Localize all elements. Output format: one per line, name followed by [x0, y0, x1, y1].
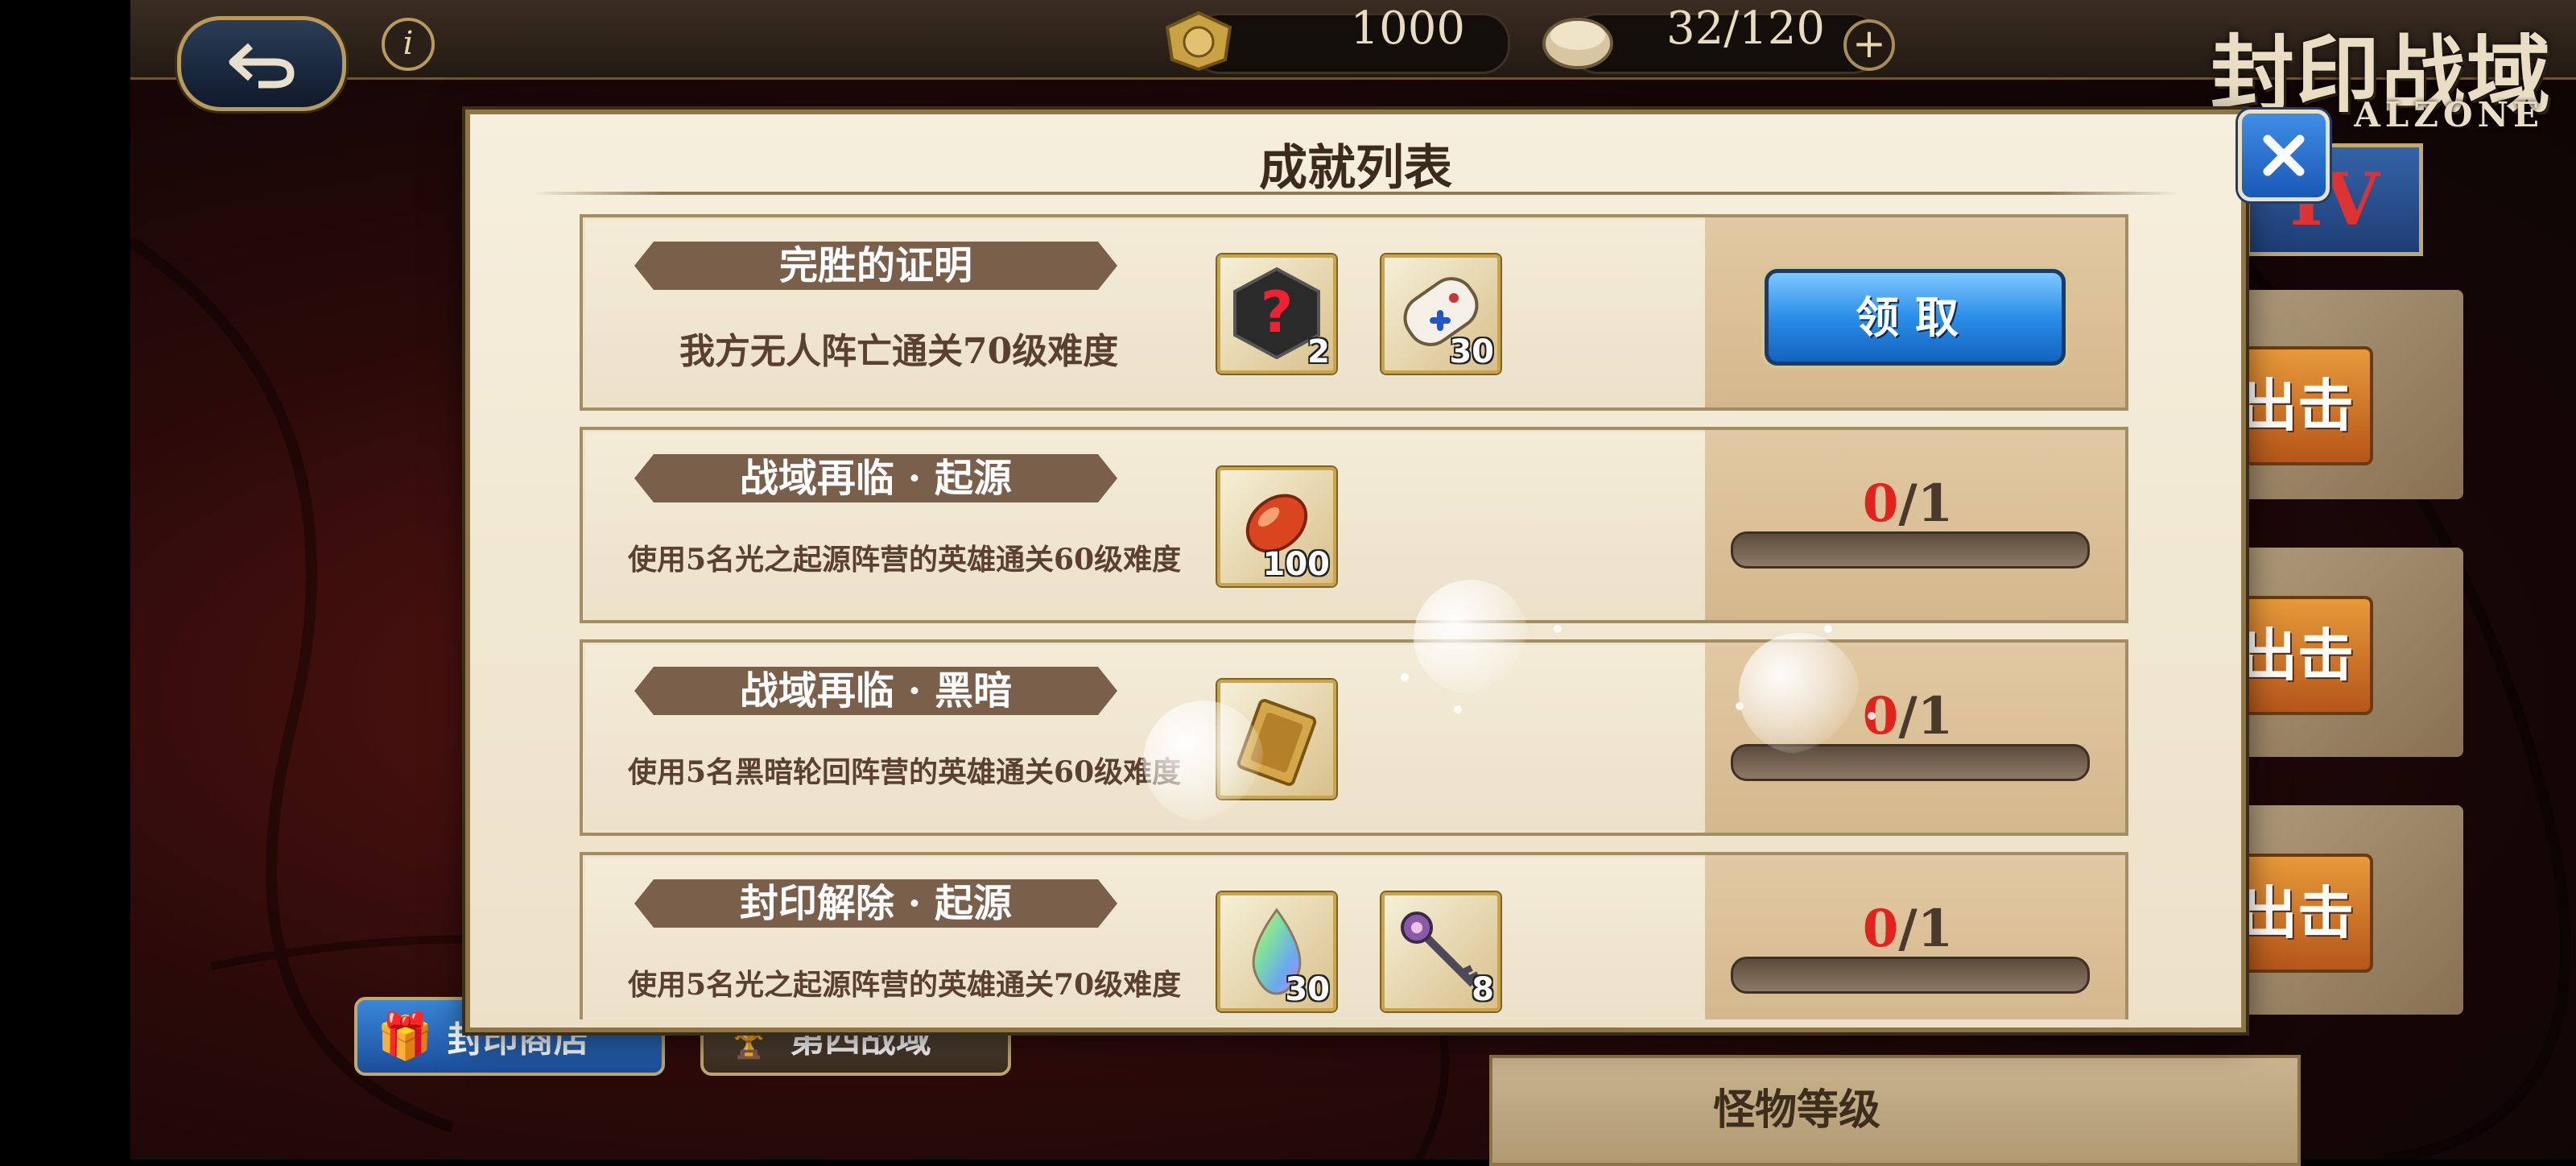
reward-item[interactable]: 100 [1217, 467, 1336, 586]
progress-total: /1 [1898, 473, 1954, 534]
reward-count: 100 [1262, 546, 1331, 583]
reward-item[interactable]: 8 [1381, 892, 1501, 1011]
back-button[interactable] [177, 16, 346, 111]
close-icon [2263, 134, 2305, 176]
floating-bubble [1143, 701, 1264, 821]
bread-icon [1542, 18, 1613, 69]
back-arrow-icon [229, 43, 295, 89]
achievement-description: 我方无人阵亡通关70级难度 [679, 331, 1119, 372]
svg-text:?: ? [1261, 279, 1294, 345]
add-stamina-button[interactable]: + [1843, 19, 1895, 71]
achievement-title: 完胜的证明 [634, 242, 1117, 290]
progress-current: 0 [1862, 899, 1899, 959]
sparkle-dot [1824, 625, 1832, 633]
progress-counter: 0/1 [1731, 899, 2085, 959]
progress-bar [1731, 531, 2090, 569]
gift-icon: 🎁 [377, 1010, 433, 1063]
game-logo-subtitle: ALZONE [2354, 95, 2544, 134]
sparkle-dot [1736, 702, 1744, 710]
coin-icon [1165, 11, 1232, 71]
sparkle-dot [1401, 673, 1409, 681]
title-divider [531, 192, 2180, 195]
reward-item[interactable]: 30 [1217, 892, 1336, 1011]
coin-value: 1000 [1350, 2, 1465, 55]
reward-count: 30 [1285, 971, 1330, 1008]
achievement-description: 使用5名光之起源阵营的英雄通关60级难度 [628, 543, 1182, 577]
progress-bar [1731, 957, 2090, 994]
progress-total: /1 [1898, 899, 1954, 959]
reward-count: 30 [1449, 333, 1494, 370]
floating-bubble [1414, 580, 1528, 694]
achievement-title: 战域再临 · 黑暗 [634, 667, 1117, 715]
progress-total: /1 [1898, 686, 1954, 746]
progress-current: 0 [1862, 473, 1899, 534]
achievement-description: 使用5名光之起源阵营的英雄通关70级难度 [628, 968, 1182, 1002]
sparkle-dot [1454, 705, 1462, 713]
claim-reward-button[interactable]: 领取 [1765, 269, 2066, 366]
reward-item[interactable]: 30 [1381, 254, 1501, 374]
achievement-title: 战域再临 · 起源 [634, 454, 1117, 502]
sparkle-dot [1554, 625, 1562, 633]
modal-title: 成就列表 [1259, 140, 1452, 196]
reward-count: 8 [1472, 971, 1494, 1008]
monster-level-label: 怪物等级 [1713, 1085, 1881, 1135]
reward-item[interactable]: ? 2 [1217, 254, 1336, 374]
info-icon[interactable]: i [382, 18, 435, 71]
sparkle-dot [1868, 712, 1876, 720]
close-button[interactable] [2238, 110, 2330, 201]
reward-count: 2 [1307, 333, 1330, 370]
monster-level-panel [1489, 1055, 2301, 1166]
progress-counter: 0/1 [1731, 473, 2085, 534]
achievement-description: 使用5名黑暗轮回阵营的英雄通关60级难度 [628, 755, 1182, 789]
achievement-title: 封印解除 · 起源 [634, 879, 1117, 928]
floating-bubble [1739, 633, 1860, 754]
